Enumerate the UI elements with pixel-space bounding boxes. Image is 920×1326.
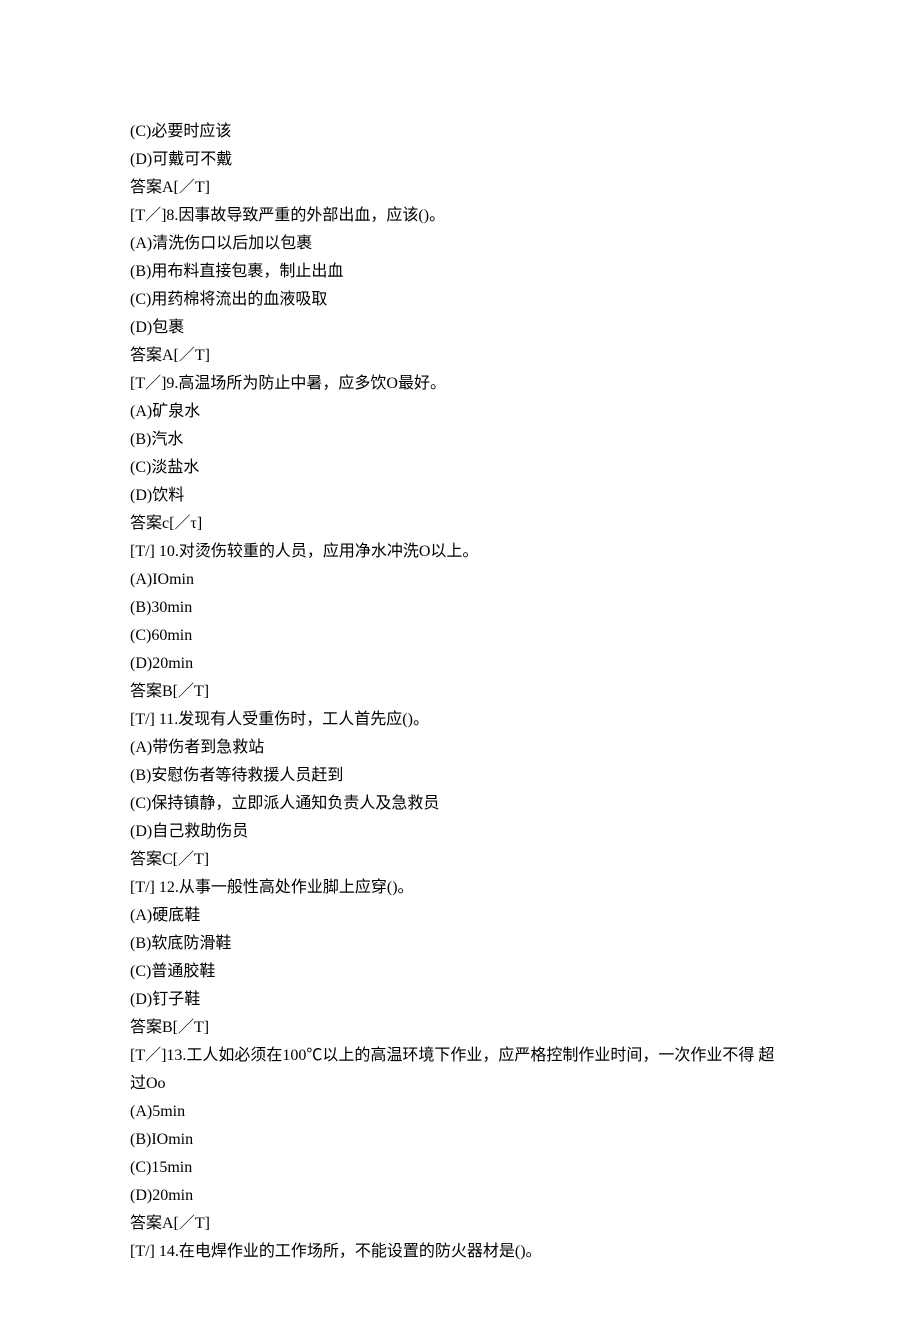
text-line: [T／]8.因事故导致严重的外部出血，应该()。 — [130, 202, 790, 230]
text-line: (C)60min — [130, 622, 790, 650]
text-line: (B)软底防滑鞋 — [130, 930, 790, 958]
text-line: 答案C[／T] — [130, 846, 790, 874]
text-line: (D)钉子鞋 — [130, 986, 790, 1014]
text-line: [T/] 14.在电焊作业的工作场所，不能设置的防火器材是()。 — [130, 1238, 790, 1266]
text-line: (A)5min — [130, 1098, 790, 1126]
text-line: (A)IOmin — [130, 566, 790, 594]
text-line: 答案A[／T] — [130, 342, 790, 370]
text-line: [T／]13.工人如必须在100℃以上的高温环境下作业，应严格控制作业时间，一次… — [130, 1042, 790, 1098]
text-line: (C)淡盐水 — [130, 454, 790, 482]
text-line: (A)带伤者到急救站 — [130, 734, 790, 762]
text-line: (B)汽水 — [130, 426, 790, 454]
text-line: [T/] 11.发现有人受重伤时，工人首先应()。 — [130, 706, 790, 734]
text-line: (B)IOmin — [130, 1126, 790, 1154]
text-line: [T/] 10.对烫伤较重的人员，应用净水冲洗O以上。 — [130, 538, 790, 566]
text-line: 答案B[／T] — [130, 678, 790, 706]
text-line: (C)15min — [130, 1154, 790, 1182]
text-line: (D)20min — [130, 650, 790, 678]
text-line: (B)用布料直接包裹，制止出血 — [130, 258, 790, 286]
text-line: 答案c[／τ] — [130, 510, 790, 538]
text-line: [T／]9.高温场所为防止中暑，应多饮O最好。 — [130, 370, 790, 398]
text-line: (A)清洗伤口以后加以包裹 — [130, 230, 790, 258]
text-line: (C)必要时应该 — [130, 118, 790, 146]
text-line: (D)20min — [130, 1182, 790, 1210]
text-line: (D)可戴可不戴 — [130, 146, 790, 174]
text-line: (D)自己救助伤员 — [130, 818, 790, 846]
text-line: (D)饮料 — [130, 482, 790, 510]
document-page: (C)必要时应该 (D)可戴可不戴 答案A[／T] [T／]8.因事故导致严重的… — [0, 0, 920, 1326]
text-line: (D)包裹 — [130, 314, 790, 342]
text-line: (B)30min — [130, 594, 790, 622]
text-line: 答案A[／T] — [130, 1210, 790, 1238]
text-line: (C)保持镇静，立即派人通知负责人及急救员 — [130, 790, 790, 818]
text-line: (A)硬底鞋 — [130, 902, 790, 930]
text-line: (B)安慰伤者等待救援人员赶到 — [130, 762, 790, 790]
text-line: (C)普通胶鞋 — [130, 958, 790, 986]
text-line: 答案B[／T] — [130, 1014, 790, 1042]
text-line: (A)矿泉水 — [130, 398, 790, 426]
text-line: (C)用药棉将流出的血液吸取 — [130, 286, 790, 314]
text-line: 答案A[／T] — [130, 174, 790, 202]
text-line: [T/] 12.从事一般性高处作业脚上应穿()。 — [130, 874, 790, 902]
